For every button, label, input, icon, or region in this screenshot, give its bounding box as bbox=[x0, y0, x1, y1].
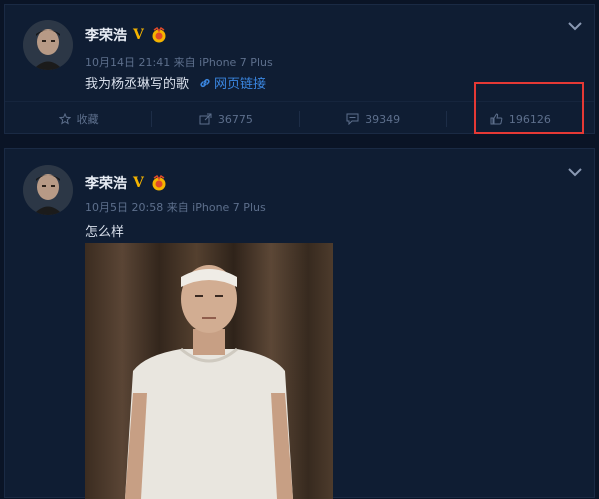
comment-icon bbox=[346, 113, 359, 125]
author-avatar[interactable] bbox=[23, 165, 73, 215]
post-photo[interactable] bbox=[85, 243, 333, 499]
verified-badge-icon: V bbox=[133, 175, 144, 191]
author-avatar[interactable] bbox=[23, 20, 73, 70]
web-link[interactable]: 网页链接 bbox=[199, 73, 266, 92]
comment-count: 39349 bbox=[365, 112, 401, 126]
post-content: 我为杨丞琳写的歌 网页链接 bbox=[85, 73, 266, 92]
chevron-down-icon[interactable] bbox=[568, 167, 582, 177]
link-icon bbox=[200, 78, 210, 87]
like-highlight-box bbox=[474, 82, 584, 134]
author-name[interactable]: 李荣浩 bbox=[85, 25, 127, 45]
post-meta: 10月14日 21:41 来自 iPhone 7 Plus bbox=[85, 56, 273, 69]
author-row: 李荣浩 V bbox=[85, 25, 168, 45]
post-text: 我为杨丞琳写的歌 bbox=[85, 77, 190, 92]
collect-label: 收藏 bbox=[76, 113, 99, 126]
comment-button[interactable]: 39349 bbox=[300, 102, 448, 136]
repost-button[interactable]: 36775 bbox=[152, 102, 300, 136]
web-link-label: 网页链接 bbox=[214, 77, 267, 92]
post-text: 怎么样 bbox=[85, 225, 125, 240]
weibo-post-2: 李荣浩 V 10月5日 20:58 来自 iPhone 7 Plus 怎么样 bbox=[4, 148, 595, 499]
author-name[interactable]: 李荣浩 bbox=[85, 173, 127, 193]
post-content: 怎么样 bbox=[85, 221, 124, 240]
post-meta: 10月5日 20:58 来自 iPhone 7 Plus bbox=[85, 201, 266, 214]
verified-badge-icon: V bbox=[133, 27, 144, 43]
collect-button[interactable]: 收藏 bbox=[5, 102, 153, 136]
star-icon bbox=[58, 113, 71, 125]
author-row: 李荣浩 V bbox=[85, 173, 168, 193]
medal-icon bbox=[152, 27, 166, 43]
chevron-down-icon[interactable] bbox=[568, 21, 582, 31]
share-icon bbox=[199, 113, 212, 125]
repost-count: 36775 bbox=[217, 112, 253, 126]
medal-icon bbox=[152, 175, 166, 191]
